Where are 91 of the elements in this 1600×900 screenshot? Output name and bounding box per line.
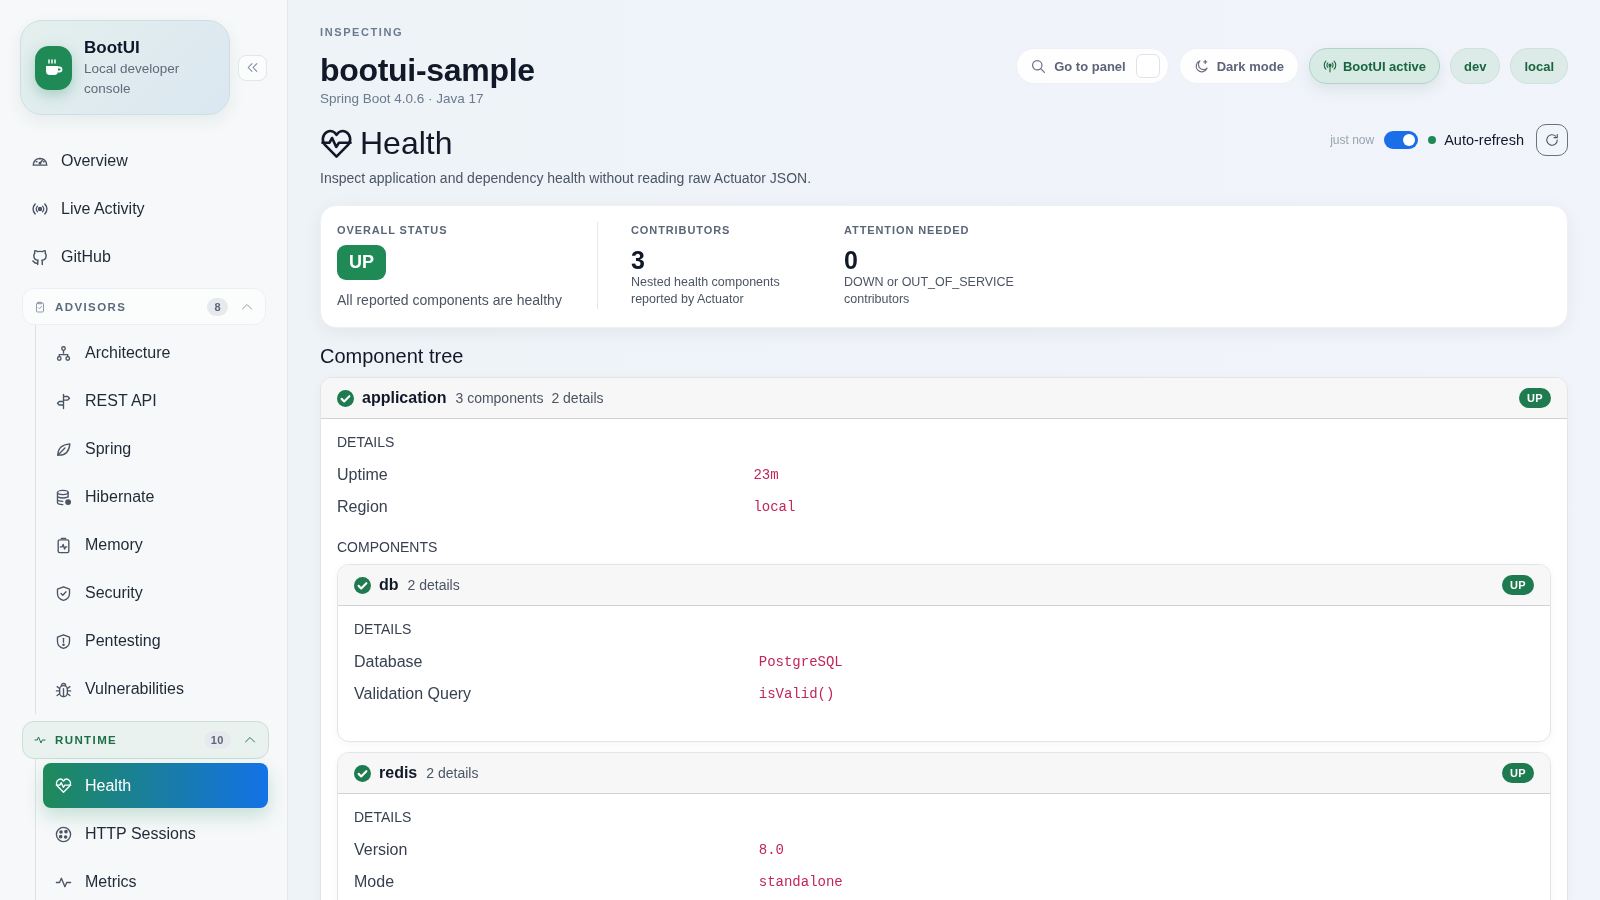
key-box-icon	[1135, 54, 1160, 78]
nav-item[interactable]: REST API	[43, 377, 268, 425]
environment-chip: local	[1510, 48, 1568, 84]
shield-alert-icon	[55, 632, 72, 650]
component-summary: 2 details	[426, 765, 479, 781]
database-icon	[55, 488, 72, 506]
chevron-up-icon	[244, 734, 256, 746]
stat-note: All reported components are healthy	[337, 291, 562, 309]
refresh-icon	[1545, 133, 1559, 147]
section-label: DETAILS	[354, 808, 413, 827]
updated-time: just now	[1330, 133, 1375, 147]
detail-value: local	[753, 498, 796, 517]
count-badge: 10	[203, 731, 231, 749]
nav-item[interactable]: Security	[43, 569, 268, 617]
clipboard-check-icon	[34, 300, 46, 313]
section-label: COMPONENTS	[337, 538, 439, 557]
shield-check-icon	[55, 584, 72, 602]
stat-label: OVERALL STATUS	[337, 223, 448, 238]
nav-item[interactable]: HTTP Sessions	[43, 810, 268, 858]
status-badge: UP	[1502, 575, 1534, 595]
component-summary: 2 details	[407, 577, 460, 593]
detail-value: PostgreSQL	[758, 653, 843, 672]
group-header[interactable]: ADVISORS 8	[22, 288, 266, 325]
moon-icon	[1193, 58, 1209, 74]
detail-value: 23m	[753, 466, 779, 485]
cup-logo-icon	[35, 45, 72, 90]
section-title: Component tree	[320, 344, 465, 369]
stat-value: 3	[631, 246, 645, 274]
nav-item[interactable]: Metrics	[43, 858, 268, 900]
nav-item[interactable]: Hibernate	[43, 473, 268, 521]
stat-label: ATTENTION NEEDED	[844, 223, 970, 238]
detail-value: 8.0	[758, 841, 784, 860]
page-description: Inspect application and dependency health without reading raw Actuator JSON.	[320, 169, 813, 188]
github-icon	[31, 248, 49, 266]
eyebrow-label: INSPECTING	[320, 25, 405, 40]
nav-item[interactable]: Memory	[43, 521, 268, 569]
hierarchy-icon	[55, 344, 72, 362]
pulse-icon	[34, 734, 46, 746]
component-summary: 2 details	[551, 390, 604, 406]
detail-key: Version	[354, 840, 759, 860]
page-title: Health	[360, 124, 453, 163]
nav-item[interactable]: GitHub	[20, 233, 267, 281]
nav-item[interactable]: Overview	[20, 137, 267, 185]
bug-icon	[55, 680, 72, 698]
nav-item[interactable]: Spring	[43, 425, 268, 473]
component-name: application	[362, 389, 447, 407]
section-label: DETAILS	[354, 620, 413, 639]
status-badge: UP	[1502, 763, 1534, 783]
app-meta: Spring Boot 4.0.6 · Java 17	[320, 90, 485, 108]
detail-key: Database	[354, 652, 759, 672]
stat-note: DOWN or OUT_OF_SERVICE contributors	[844, 274, 1015, 308]
go-to-panel-button[interactable]: Go to panel	[1016, 48, 1169, 84]
auto-refresh-label: Auto-refresh	[1444, 132, 1524, 148]
detail-value: isValid()	[758, 685, 835, 704]
detail-value: standalone	[758, 873, 843, 892]
leaf-icon	[55, 440, 72, 458]
brand-title: BootUI	[84, 36, 141, 59]
device-pulse-icon	[55, 536, 72, 554]
cookie-icon	[55, 825, 72, 843]
stat-label: CONTRIBUTORS	[631, 223, 731, 238]
component-name: db	[379, 576, 399, 594]
detail-key: Validation Query	[354, 684, 759, 704]
component-summary: 3 components	[455, 390, 544, 406]
detail-key: Mode	[354, 872, 759, 892]
status-badge: UP	[1519, 388, 1551, 408]
environment-chip: dev	[1449, 48, 1501, 84]
chevrons-left-icon	[246, 61, 259, 74]
stat-value: 0	[844, 246, 858, 274]
count-badge: 8	[207, 297, 228, 316]
signpost-icon	[55, 392, 72, 410]
nav-item[interactable]: Pentesting	[43, 617, 268, 665]
refresh-button[interactable]	[1536, 124, 1568, 156]
nav-item[interactable]: Health	[43, 763, 268, 808]
app-name: bootui-sample	[320, 51, 535, 90]
dark-mode-button[interactable]: Dark mode	[1178, 48, 1299, 84]
component-name: redis	[379, 764, 418, 782]
nav-item[interactable]: Vulnerabilities	[43, 665, 268, 713]
search-icon	[1031, 58, 1047, 74]
detail-key: Uptime	[337, 465, 754, 485]
detail-key: Region	[337, 497, 754, 517]
brand-subtitle: Local developer console	[84, 59, 181, 98]
nav-item[interactable]: Architecture	[43, 329, 268, 377]
status-chip: BootUI active	[1308, 48, 1440, 84]
auto-refresh-toggle[interactable]	[1384, 131, 1419, 149]
stat-note: Nested health components reported by Actuator	[631, 274, 781, 308]
group-header[interactable]: RUNTIME 10	[22, 721, 269, 759]
heart-pulse-icon	[55, 777, 72, 794]
nav-item[interactable]: Live Activity	[20, 185, 267, 233]
status-badge: UP	[337, 245, 386, 280]
antenna-icon	[1322, 59, 1337, 73]
section-label: DETAILS	[337, 433, 396, 452]
